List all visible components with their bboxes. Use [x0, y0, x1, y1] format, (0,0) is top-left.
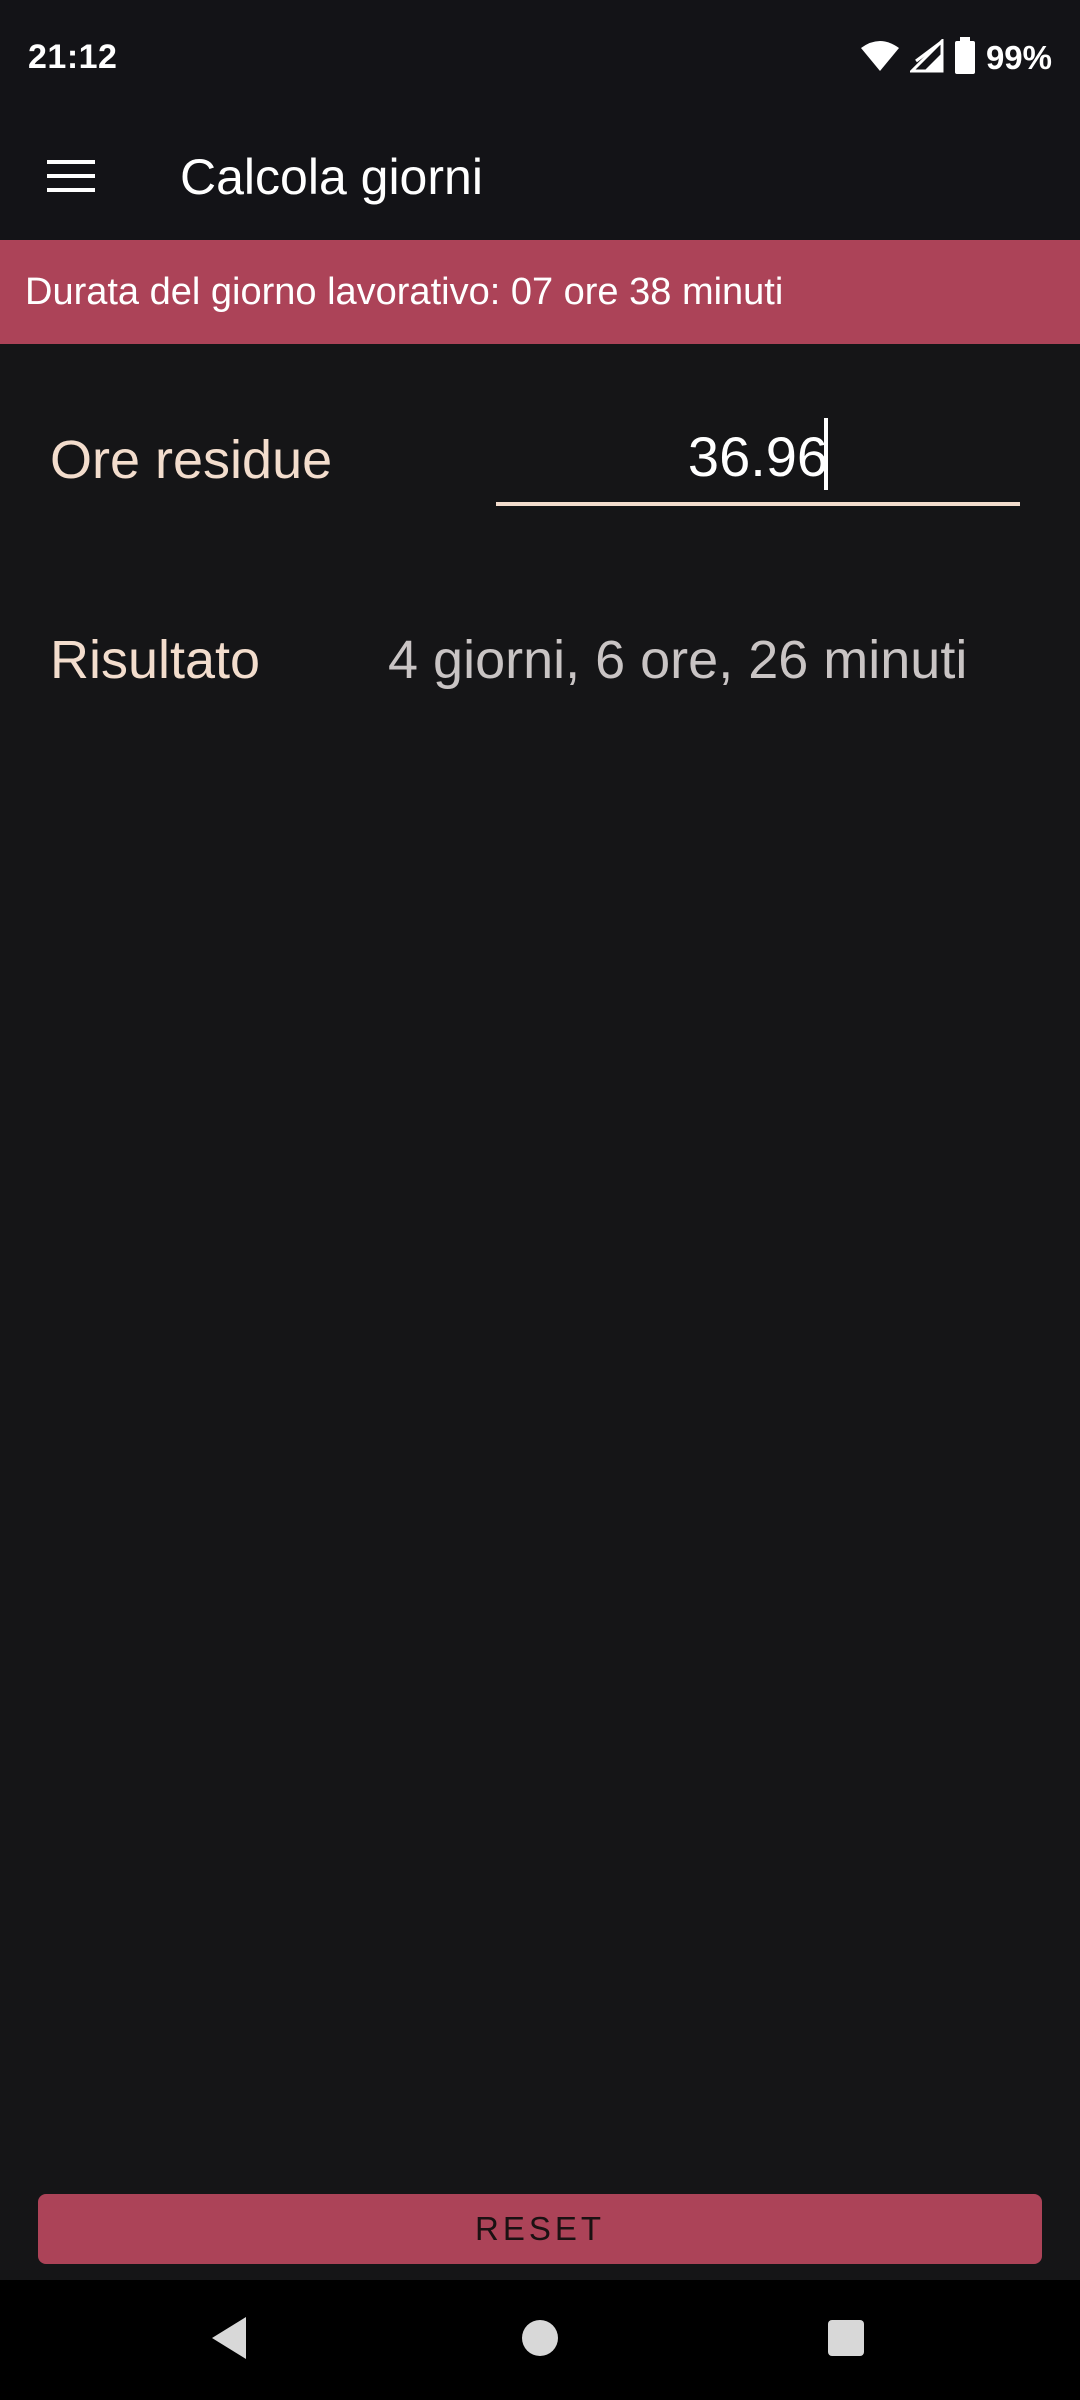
signal-icon: [908, 36, 944, 78]
back-button[interactable]: [190, 2300, 270, 2380]
recents-icon: [826, 2318, 866, 2363]
reset-button[interactable]: RESET: [38, 2194, 1042, 2264]
page-title: Calcola giorni: [180, 149, 483, 205]
menu-button[interactable]: [34, 140, 110, 216]
remaining-hours-input[interactable]: [496, 410, 1020, 502]
home-button[interactable]: [500, 2300, 580, 2380]
result-value: 4 giorni, 6 ore, 26 minuti: [388, 630, 968, 690]
screen: 21:12 99% Calcola giorni Durata del gior…: [0, 0, 1080, 2400]
battery-percent: 99%: [985, 39, 1052, 76]
wifi-icon: [860, 40, 900, 77]
navigation-bar: [0, 2280, 1080, 2400]
remaining-hours-label: Ore residue: [50, 430, 333, 490]
status-time: 21:12: [28, 38, 118, 76]
work-day-duration-banner: Durata del giorno lavorativo: 07 ore 38 …: [0, 240, 1080, 344]
result-label: Risultato: [50, 630, 261, 690]
status-bar: 21:12 99%: [0, 0, 1080, 116]
text-cursor: [824, 418, 828, 490]
recents-button[interactable]: [806, 2300, 886, 2380]
remaining-hours-field[interactable]: [496, 410, 1020, 506]
status-icons: 99%: [860, 36, 1052, 80]
home-icon: [520, 2318, 560, 2363]
app-bar: Calcola giorni: [0, 116, 1080, 240]
banner-text: Durata del giorno lavorativo: 07 ore 38 …: [25, 271, 784, 313]
battery-icon: [954, 36, 976, 80]
hamburger-menu-icon: [47, 158, 97, 199]
back-icon: [210, 2315, 250, 2366]
